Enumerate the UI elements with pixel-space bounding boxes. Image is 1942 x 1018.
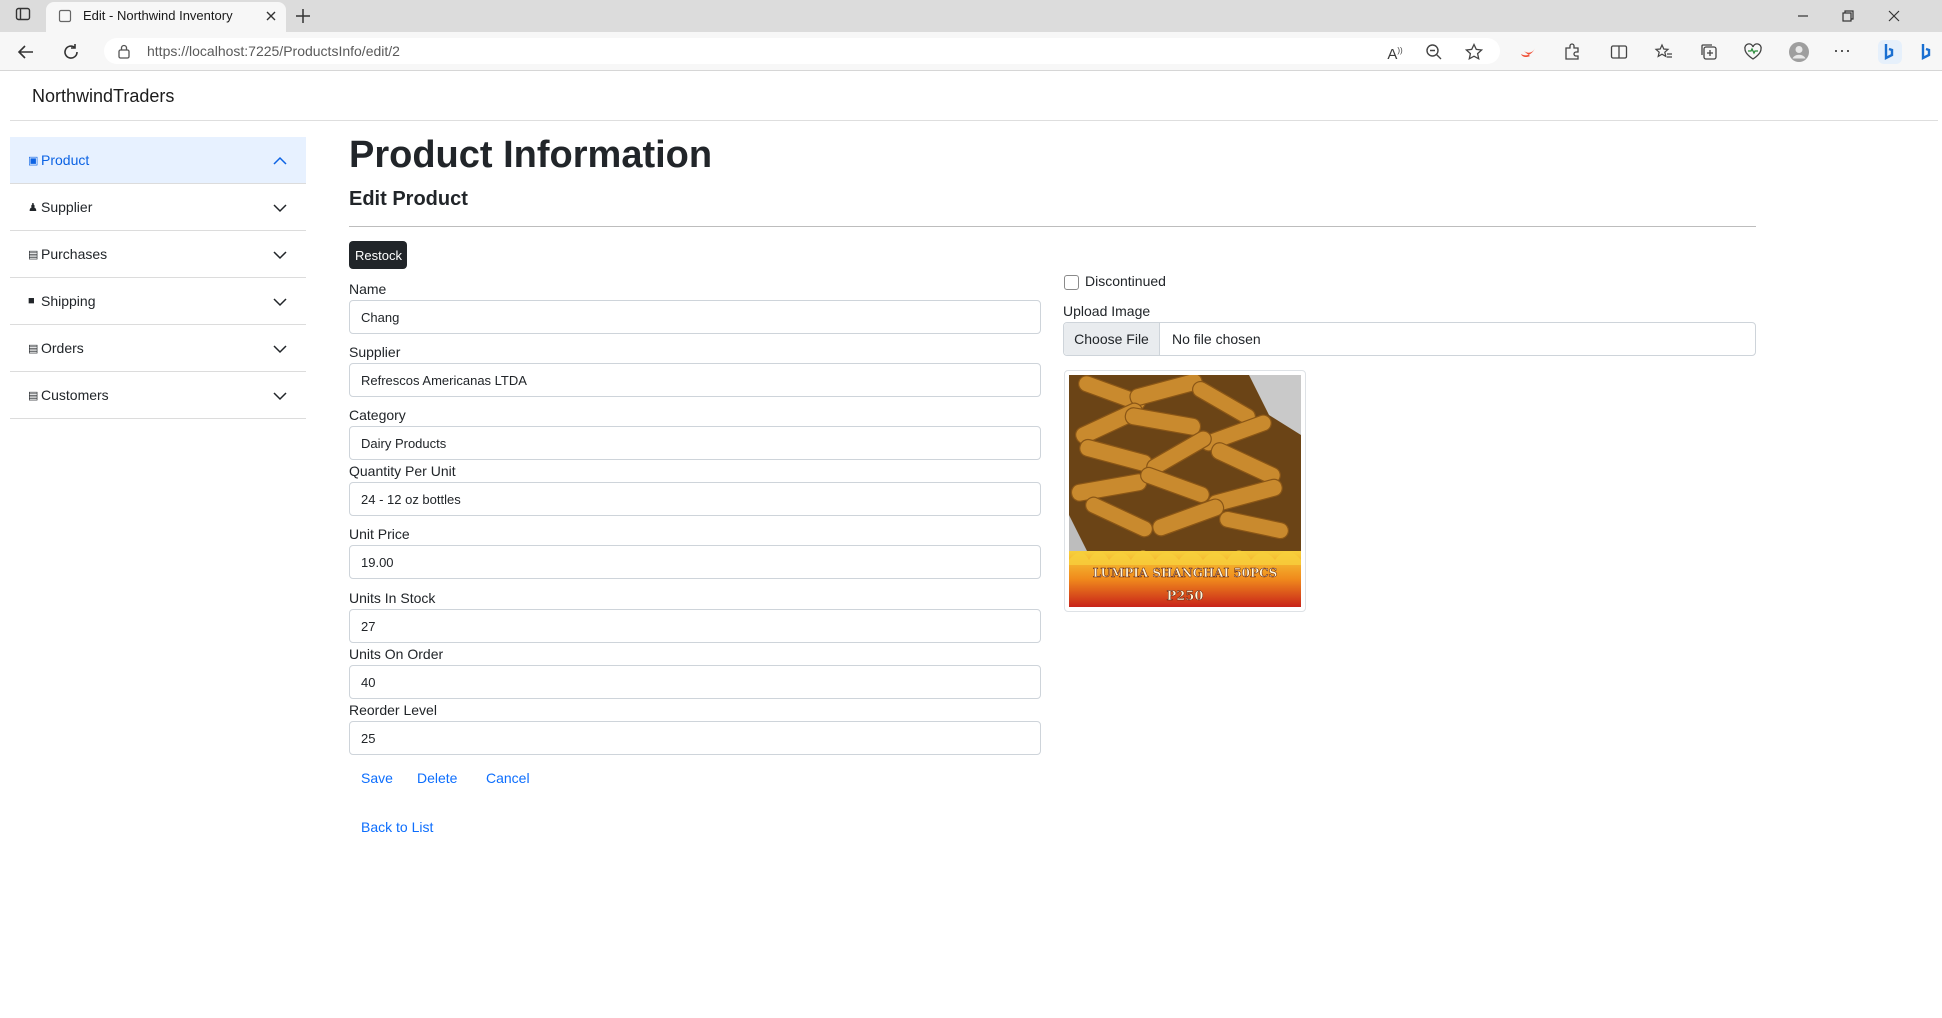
bing-copilot-icon[interactable]: [1877, 38, 1903, 66]
restock-button[interactable]: Restock: [349, 241, 407, 269]
sidebar-item-label: Customers: [41, 387, 109, 403]
supplier-field[interactable]: [349, 363, 1041, 397]
upload-image-label: Upload Image: [1063, 303, 1151, 319]
page-title: Product Information: [349, 134, 713, 176]
units-on-order-label: Units On Order: [349, 646, 444, 662]
units-on-order-field[interactable]: [349, 665, 1041, 699]
split-screen-icon[interactable]: [1609, 42, 1629, 62]
url-text[interactable]: https://localhost:7225/ProductsInfo/edit…: [147, 43, 400, 59]
close-window-icon[interactable]: [1886, 8, 1902, 24]
read-aloud-icon[interactable]: A)): [1384, 41, 1406, 65]
chevron-up-icon: [273, 156, 287, 165]
image-price-text: P250: [1167, 589, 1204, 604]
document-icon: ▤: [28, 248, 39, 261]
name-label: Name: [349, 281, 387, 297]
favorite-star-icon[interactable]: [1464, 42, 1484, 62]
lock-icon[interactable]: [117, 43, 131, 59]
sidebar-item-orders[interactable]: ▤ Orders: [10, 325, 306, 372]
product-image: LUMPIA SHANGHAI 50PCS P250: [1064, 370, 1306, 612]
sidebar-item-product[interactable]: ▣ Product: [10, 137, 306, 184]
discontinued-label: Discontinued: [1085, 273, 1166, 289]
reorder-level-label: Reorder Level: [349, 702, 437, 718]
image-caption-text: LUMPIA SHANGHAI 50PCS: [1093, 566, 1278, 580]
box-icon: ▣: [28, 154, 39, 167]
category-field[interactable]: [349, 426, 1041, 460]
sidebar-item-label: Shipping: [41, 293, 96, 309]
delete-button[interactable]: Delete: [417, 770, 457, 786]
page-subtitle: Edit Product: [349, 188, 468, 210]
tab-title: Edit - Northwind Inventory: [83, 8, 233, 23]
page-favicon-icon: [58, 9, 72, 23]
quantity-per-unit-field[interactable]: [349, 482, 1041, 516]
close-tab-icon[interactable]: [263, 8, 279, 24]
sidebar-item-customers[interactable]: ▤ Customers: [10, 372, 306, 419]
extension-swift-icon[interactable]: [1518, 42, 1538, 62]
back-to-list-link[interactable]: Back to List: [361, 819, 433, 835]
choose-file-button[interactable]: Choose File: [1064, 323, 1160, 355]
category-label: Category: [349, 407, 406, 423]
unit-price-label: Unit Price: [349, 526, 410, 542]
sidebar-item-label: Purchases: [41, 246, 108, 262]
chevron-down-icon: [273, 251, 287, 260]
refresh-icon[interactable]: [61, 42, 81, 62]
upload-image-input[interactable]: Choose File No file chosen: [1063, 322, 1756, 356]
discontinued-checkbox[interactable]: [1064, 275, 1079, 290]
unit-price-field[interactable]: [349, 545, 1041, 579]
brand-logo[interactable]: NorthwindTraders: [32, 86, 174, 107]
reorder-level-field[interactable]: [349, 721, 1041, 755]
cancel-button[interactable]: Cancel: [486, 770, 530, 786]
more-options-icon[interactable]: ···: [1831, 40, 1853, 60]
minimize-window-icon[interactable]: [1795, 8, 1811, 24]
document-icon: ▤: [28, 389, 39, 402]
person-icon: ♟: [28, 201, 38, 214]
file-status-text: No file chosen: [1172, 331, 1261, 347]
sidebar-item-shipping[interactable]: ■ Shipping: [10, 278, 306, 325]
browser-essentials-icon[interactable]: [1743, 42, 1763, 62]
back-icon[interactable]: [16, 42, 36, 62]
sidebar-item-label: Product: [41, 152, 90, 168]
sidebar-item-purchases[interactable]: ▤ Purchases: [10, 231, 306, 278]
units-in-stock-label: Units In Stock: [349, 590, 436, 606]
new-tab-icon[interactable]: [294, 7, 312, 25]
units-in-stock-field[interactable]: [349, 609, 1041, 643]
supplier-label: Supplier: [349, 344, 401, 360]
sidebar-accordion: ▣ Product ♟ Supplier ▤ Purchases ■ Shipp…: [10, 137, 306, 419]
sidebar-item-label: Orders: [41, 340, 84, 356]
chevron-down-icon: [273, 345, 287, 354]
save-button[interactable]: Save: [361, 770, 393, 786]
section-divider: [349, 226, 1756, 227]
sidebar-item-supplier[interactable]: ♟ Supplier: [10, 184, 306, 231]
product-photo: LUMPIA SHANGHAI 50PCS P250: [1069, 372, 1301, 607]
document-icon: ▤: [28, 342, 39, 355]
zoom-out-icon[interactable]: [1424, 42, 1444, 62]
profile-avatar-icon[interactable]: [1788, 41, 1810, 63]
navbar-divider: [10, 120, 1938, 121]
truck-icon: ■: [28, 295, 35, 307]
extensions-puzzle-icon[interactable]: [1562, 42, 1582, 62]
bing-sidebar-icon[interactable]: [1914, 38, 1940, 66]
chevron-down-icon: [273, 204, 287, 213]
chevron-down-icon: [273, 298, 287, 307]
quantity-per-unit-label: Quantity Per Unit: [349, 463, 456, 479]
favorites-icon[interactable]: [1654, 42, 1674, 62]
chevron-down-icon: [273, 392, 287, 401]
name-field[interactable]: [349, 300, 1041, 334]
browser-tab-strip: [0, 0, 1942, 32]
tab-actions-icon[interactable]: [12, 6, 34, 28]
sidebar-item-label: Supplier: [41, 199, 93, 215]
collections-icon[interactable]: [1699, 42, 1719, 62]
restore-window-icon[interactable]: [1840, 8, 1856, 24]
